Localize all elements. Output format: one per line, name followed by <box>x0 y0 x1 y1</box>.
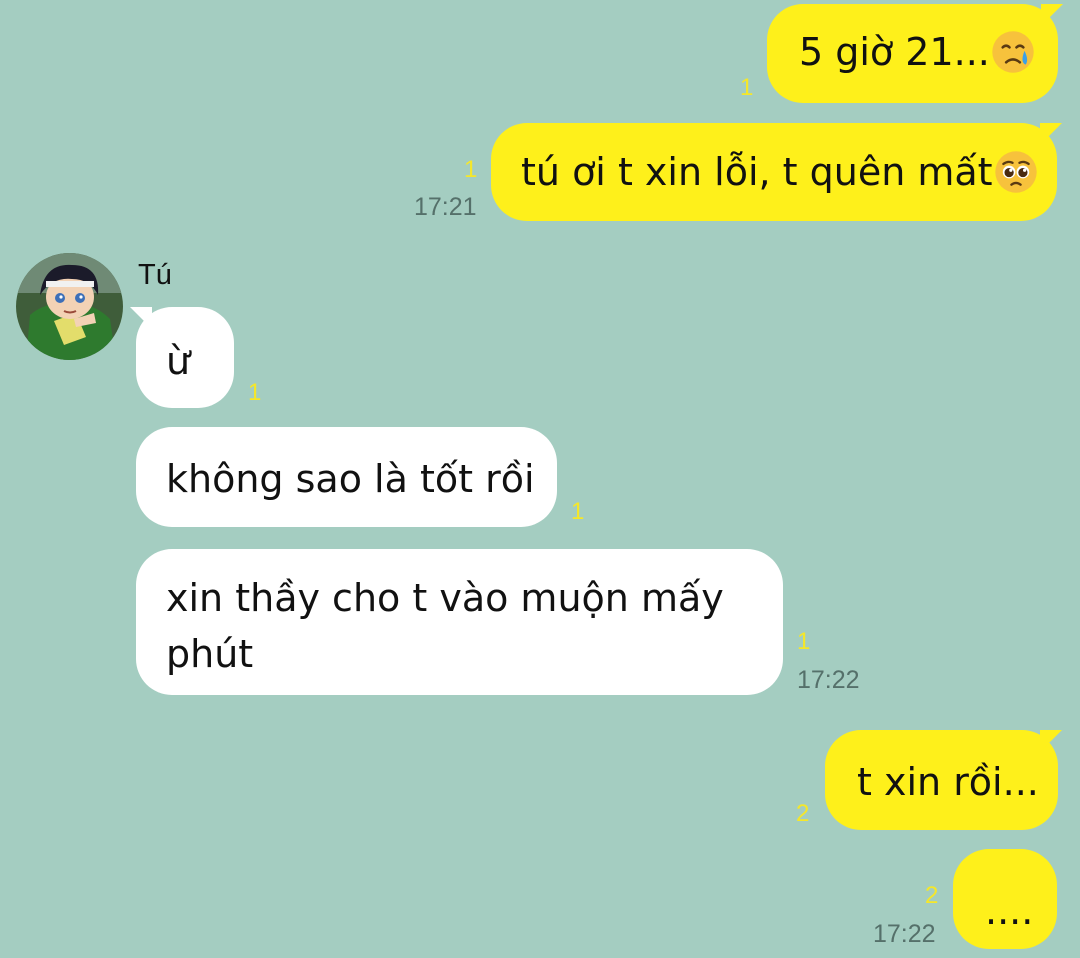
message-text: t xin rồi... <box>857 760 1039 804</box>
outgoing-message-bubble[interactable]: 5 giờ 21... <box>767 4 1058 103</box>
sender-name: Tú <box>138 259 172 291</box>
message-text-line: phút <box>166 632 254 676</box>
message-timestamp: 17:22 <box>873 920 936 948</box>
message-timestamp: 17:22 <box>797 666 860 694</box>
pleading-face-emoji-icon <box>994 150 1037 193</box>
outgoing-message-bubble[interactable]: .... <box>953 849 1057 949</box>
message-text: không sao là tốt rồi <box>166 457 535 501</box>
message-text: ừ <box>166 339 191 383</box>
chat-room: 5 giờ 21... 1 tú ơi t xin lỗi, t quên mấ… <box>0 0 1080 958</box>
message-text: tú ơi t xin lỗi, t quên mất <box>521 150 993 194</box>
unread-count: 1 <box>464 156 478 183</box>
incoming-message-bubble[interactable]: xin thầy cho t vào muộn mấy phút <box>136 549 783 695</box>
unread-count: 1 <box>571 498 585 525</box>
message-timestamp: 17:21 <box>414 193 477 221</box>
incoming-message-bubble[interactable]: ừ <box>136 307 234 408</box>
message-text-line: xin thầy cho t vào muộn mấy <box>166 576 724 620</box>
unread-count: 2 <box>925 882 939 909</box>
unread-count: 2 <box>796 800 810 827</box>
message-text: .... <box>985 889 1034 933</box>
contact-avatar[interactable] <box>16 253 123 360</box>
unread-count: 1 <box>740 74 754 101</box>
incoming-message-bubble[interactable]: không sao là tốt rồi <box>136 427 557 527</box>
unread-count: 1 <box>248 379 262 406</box>
crying-face-emoji-icon <box>992 30 1034 73</box>
unread-count: 1 <box>797 628 811 655</box>
outgoing-message-bubble[interactable]: t xin rồi... <box>825 730 1058 830</box>
outgoing-message-bubble[interactable]: tú ơi t xin lỗi, t quên mất <box>491 123 1057 221</box>
avatar-image <box>16 253 123 360</box>
message-text: 5 giờ 21... <box>799 30 990 74</box>
